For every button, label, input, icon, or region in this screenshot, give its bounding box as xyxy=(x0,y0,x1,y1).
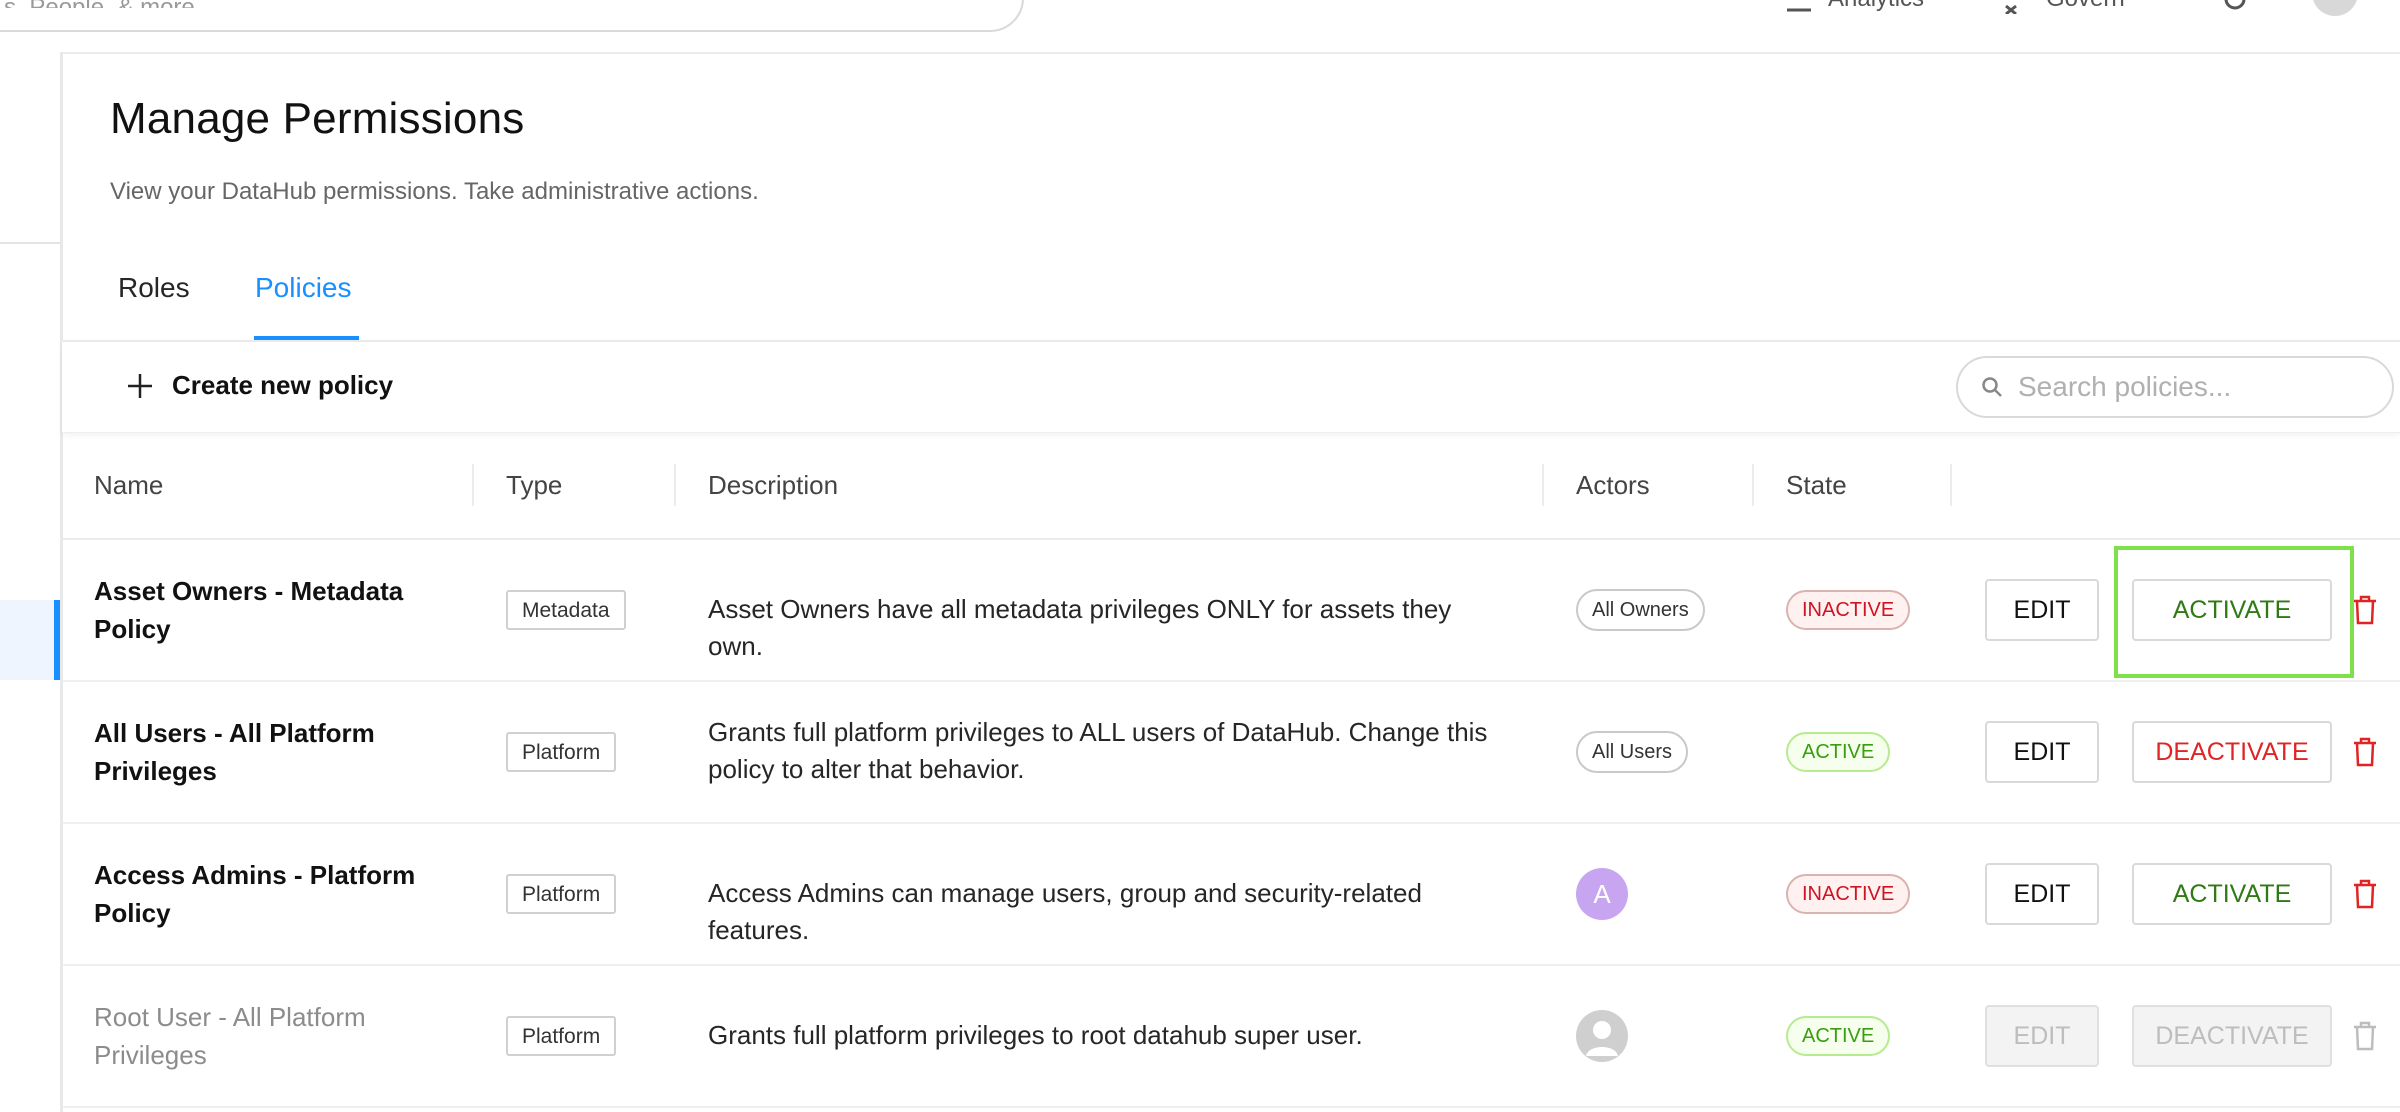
actor-avatar[interactable]: A xyxy=(1576,868,1628,920)
activate-button[interactable]: ACTIVATE xyxy=(2132,579,2332,641)
policy-type-tag: Platform xyxy=(506,1016,617,1056)
user-icon xyxy=(1586,1021,1618,1056)
active-tab-indicator xyxy=(254,336,359,340)
top-header: s, People, & more... Analytics Govern xyxy=(0,0,2400,54)
trash-icon[interactable] xyxy=(2348,593,2382,627)
nav-govern[interactable]: Govern xyxy=(2002,0,2125,14)
sidebar-divider xyxy=(0,242,60,244)
policy-description: Grants full platform privileges to root … xyxy=(708,1020,1363,1050)
column-divider xyxy=(1752,464,1754,506)
actor-avatar[interactable] xyxy=(1576,1010,1628,1062)
status-badge: INACTIVE xyxy=(1786,874,1911,914)
column-header-actors[interactable]: Actors xyxy=(1576,470,1650,501)
nav-analytics[interactable]: Analytics xyxy=(1784,0,1924,14)
nav-govern-label: Govern xyxy=(2046,0,2125,13)
policies-table: Name Type Description Actors State Asset… xyxy=(62,434,2400,1108)
nav-analytics-label: Analytics xyxy=(1828,0,1924,13)
page-title: Manage Permissions xyxy=(110,94,525,143)
policy-description: Access Admins can manage users, group an… xyxy=(708,878,1422,945)
policy-search-input[interactable] xyxy=(2016,370,2380,404)
create-policy-button[interactable]: Create new policy xyxy=(126,370,393,401)
actor-tag: All Users xyxy=(1576,731,1689,773)
policies-toolbar: Create new policy xyxy=(62,342,2400,433)
plus-icon xyxy=(128,373,152,398)
trash-icon[interactable] xyxy=(2348,877,2382,911)
column-header-state[interactable]: State xyxy=(1786,470,1847,501)
column-header-name[interactable]: Name xyxy=(94,470,163,501)
deactivate-button[interactable]: DEACTIVATE xyxy=(2132,721,2332,783)
global-search-placeholder: s, People, & more... xyxy=(4,0,215,8)
column-header-description[interactable]: Description xyxy=(708,470,838,501)
table-row: All Users - All Platform Privileges Plat… xyxy=(62,682,2400,824)
policy-description: Grants full platform privileges to ALL u… xyxy=(708,717,1488,784)
permissions-tabs: Roles Policies xyxy=(62,250,2400,342)
policy-name[interactable]: Asset Owners - Metadata Policy xyxy=(94,572,424,648)
settings-sidebar xyxy=(0,52,63,1112)
column-header-type[interactable]: Type xyxy=(506,470,562,501)
tab-policies[interactable]: Policies xyxy=(255,272,351,304)
column-divider xyxy=(674,464,676,506)
edit-button[interactable]: EDIT xyxy=(1985,579,2099,641)
trash-icon[interactable] xyxy=(2348,735,2382,769)
actor-tag: All Owners xyxy=(1576,589,1705,631)
table-row: Root User - All Platform Privileges Plat… xyxy=(62,966,2400,1108)
tab-roles[interactable]: Roles xyxy=(118,272,190,304)
page-subtitle: View your DataHub permissions. Take admi… xyxy=(110,178,759,205)
policy-type-tag: Platform xyxy=(506,874,617,914)
column-divider xyxy=(1950,464,1952,506)
policy-type-tag: Metadata xyxy=(506,590,626,630)
policy-description: Asset Owners have all metadata privilege… xyxy=(708,594,1452,661)
column-divider xyxy=(1542,464,1544,506)
sidebar-item-permissions[interactable] xyxy=(0,600,60,680)
chart-icon xyxy=(1787,8,1811,12)
column-divider xyxy=(472,464,474,506)
status-badge: ACTIVE xyxy=(1786,1016,1891,1056)
global-search-input[interactable]: s, People, & more... xyxy=(0,0,1024,32)
status-badge: ACTIVE xyxy=(1786,732,1891,772)
search-icon xyxy=(1982,377,2002,397)
gear-icon xyxy=(2224,0,2246,10)
policy-type-tag: Platform xyxy=(506,732,617,772)
table-header: Name Type Description Actors State xyxy=(62,434,2400,540)
edit-button[interactable]: EDIT xyxy=(1985,1005,2099,1067)
table-row: Asset Owners - Metadata Policy Metadata … xyxy=(62,540,2400,682)
settings-button[interactable] xyxy=(2218,0,2252,21)
edit-button[interactable]: EDIT xyxy=(1985,721,2099,783)
deactivate-button[interactable]: DEACTIVATE xyxy=(2132,1005,2332,1067)
policy-name[interactable]: Root User - All Platform Privileges xyxy=(94,998,424,1074)
policy-name[interactable]: All Users - All Platform Privileges xyxy=(94,714,424,790)
activate-button[interactable]: ACTIVATE xyxy=(2132,863,2332,925)
trash-icon[interactable] xyxy=(2348,1019,2382,1053)
table-row: Access Admins - Platform Policy Platform… xyxy=(62,824,2400,966)
edit-button[interactable]: EDIT xyxy=(1985,863,2099,925)
status-badge: INACTIVE xyxy=(1786,590,1911,630)
create-policy-label: Create new policy xyxy=(172,370,394,400)
govern-icon xyxy=(2005,4,2017,14)
user-avatar[interactable] xyxy=(2312,0,2358,16)
policy-name[interactable]: Access Admins - Platform Policy xyxy=(94,856,424,932)
policy-search-box[interactable] xyxy=(1956,356,2394,418)
